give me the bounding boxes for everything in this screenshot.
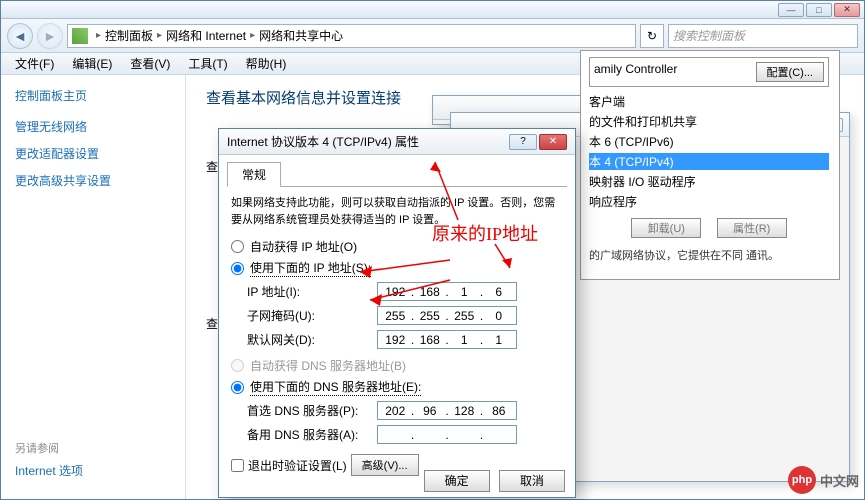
sidebar-link-internet-options[interactable]: Internet 选项 (15, 462, 175, 479)
breadcrumb-item[interactable]: 网络和 Internet (166, 27, 246, 44)
checkbox-label: 退出时验证设置(L) (248, 457, 347, 474)
window-titlebar: — □ ✕ (1, 1, 864, 19)
primary-dns-input[interactable]: 202. 96. 128. 86 (377, 401, 517, 420)
sidebar-footer: 另请参阅 Internet 选项 (15, 440, 175, 489)
radio-auto-dns: 自动获得 DNS 服务器地址(B) (231, 357, 563, 374)
subnet-mask-input[interactable]: 255. 255. 255. 0 (377, 306, 517, 325)
sidebar: 控制面板主页 管理无线网络 更改适配器设置 更改高级共享设置 另请参阅 Inte… (1, 75, 186, 499)
list-item[interactable]: 客户端 (589, 93, 829, 110)
chevron-right-icon: ▸ (157, 30, 162, 41)
list-item[interactable]: 映射器 I/O 驱动程序 (589, 173, 829, 190)
adapter-properties-panel: amily Controller 配置(C)... 客户端 的文件和打印机共享 … (580, 50, 840, 280)
menu-help[interactable]: 帮助(H) (238, 52, 295, 75)
ip-address-input[interactable]: 192. 168. 1. 6 (377, 282, 517, 301)
annotation-label: 原来的IP地址 (432, 220, 538, 246)
forward-button[interactable]: ► (37, 23, 63, 49)
dialog-titlebar: Internet 协议版本 4 (TCP/IPv4) 属性 ? ✕ (219, 129, 575, 155)
radio-input (231, 359, 244, 372)
menu-view[interactable]: 查看(V) (122, 52, 178, 75)
chevron-right-icon: ▸ (250, 30, 255, 41)
search-input[interactable]: 搜索控制面板 (668, 24, 858, 48)
help-button[interactable]: ? (509, 134, 537, 150)
breadcrumb[interactable]: ▸ 控制面板 ▸ 网络和 Internet ▸ 网络和共享中心 (67, 24, 636, 48)
alt-dns-input[interactable]: . . . (377, 425, 517, 444)
ip-label: IP 地址(I): (247, 283, 377, 300)
radio-use-ip[interactable]: 使用下面的 IP 地址(S): (231, 259, 563, 277)
see-also-label: 另请参阅 (15, 440, 175, 456)
radio-input[interactable] (231, 381, 244, 394)
sidebar-link-wireless[interactable]: 管理无线网络 (15, 118, 171, 135)
breadcrumb-item[interactable]: 网络和共享中心 (259, 27, 343, 44)
menu-tools[interactable]: 工具(T) (180, 52, 235, 75)
radio-label: 自动获得 IP 地址(O) (250, 238, 357, 255)
radio-label: 自动获得 DNS 服务器地址(B) (250, 357, 406, 374)
radio-label: 使用下面的 DNS 服务器地址(E): (250, 378, 421, 396)
cancel-button[interactable]: 取消 (499, 470, 565, 492)
nav-toolbar: ◄ ► ▸ 控制面板 ▸ 网络和 Internet ▸ 网络和共享中心 ↻ 搜索… (1, 19, 864, 53)
radio-input[interactable] (231, 262, 244, 275)
watermark-logo: php (788, 466, 816, 494)
back-button[interactable]: ◄ (7, 23, 33, 49)
gateway-label: 默认网关(D): (247, 331, 377, 348)
close-button[interactable]: ✕ (539, 134, 567, 150)
list-item[interactable]: 响应程序 (589, 193, 829, 210)
uninstall-button[interactable]: 卸载(U) (631, 218, 701, 238)
refresh-icon: ↻ (647, 29, 657, 43)
advanced-button[interactable]: 高级(V)... (351, 454, 419, 476)
primary-dns-label: 首选 DNS 服务器(P): (247, 402, 377, 419)
tab-general[interactable]: 常规 (227, 162, 281, 187)
ok-button[interactable]: 确定 (424, 470, 490, 492)
refresh-button[interactable]: ↻ (640, 24, 664, 48)
sidebar-link-adapter[interactable]: 更改适配器设置 (15, 145, 171, 162)
list-item-selected[interactable]: 本 4 (TCP/IPv4) (589, 153, 829, 170)
list-item[interactable]: 的文件和打印机共享 (589, 113, 829, 130)
chevron-right-icon: ▸ (96, 30, 101, 41)
radio-input[interactable] (231, 240, 244, 253)
minimize-button[interactable]: — (778, 3, 804, 17)
watermark-text: 中文网 (820, 471, 859, 490)
gateway-input[interactable]: 192. 168. 1. 1 (377, 330, 517, 349)
list-item[interactable]: 本 6 (TCP/IPv6) (589, 133, 829, 150)
control-panel-icon (72, 28, 88, 44)
maximize-button[interactable]: □ (806, 3, 832, 17)
search-placeholder: 搜索控制面板 (673, 27, 745, 44)
radio-label: 使用下面的 IP 地址(S): (250, 259, 371, 277)
mask-label: 子网掩码(U): (247, 307, 377, 324)
watermark: php 中文网 (788, 466, 859, 494)
description-text: 的广域网络协议，它提供在不同 通讯。 (589, 248, 829, 265)
breadcrumb-item[interactable]: 控制面板 (105, 27, 153, 44)
tab-strip: 常规 (227, 161, 567, 187)
sidebar-link-sharing[interactable]: 更改高级共享设置 (15, 172, 171, 189)
menu-file[interactable]: 文件(F) (7, 52, 62, 75)
sidebar-title: 控制面板主页 (15, 87, 171, 104)
dialog-title: Internet 协议版本 4 (TCP/IPv4) 属性 (227, 133, 419, 150)
configure-button[interactable]: 配置(C)... (756, 62, 824, 82)
controller-name: amily Controller (594, 62, 677, 76)
properties-button[interactable]: 属性(R) (717, 218, 787, 238)
ipv4-properties-dialog: Internet 协议版本 4 (TCP/IPv4) 属性 ? ✕ 常规 如果网… (218, 128, 576, 498)
alt-dns-label: 备用 DNS 服务器(A): (247, 426, 377, 443)
close-button[interactable]: ✕ (834, 3, 860, 17)
radio-use-dns[interactable]: 使用下面的 DNS 服务器地址(E): (231, 378, 563, 396)
validate-checkbox[interactable] (231, 459, 244, 472)
menu-edit[interactable]: 编辑(E) (64, 52, 120, 75)
